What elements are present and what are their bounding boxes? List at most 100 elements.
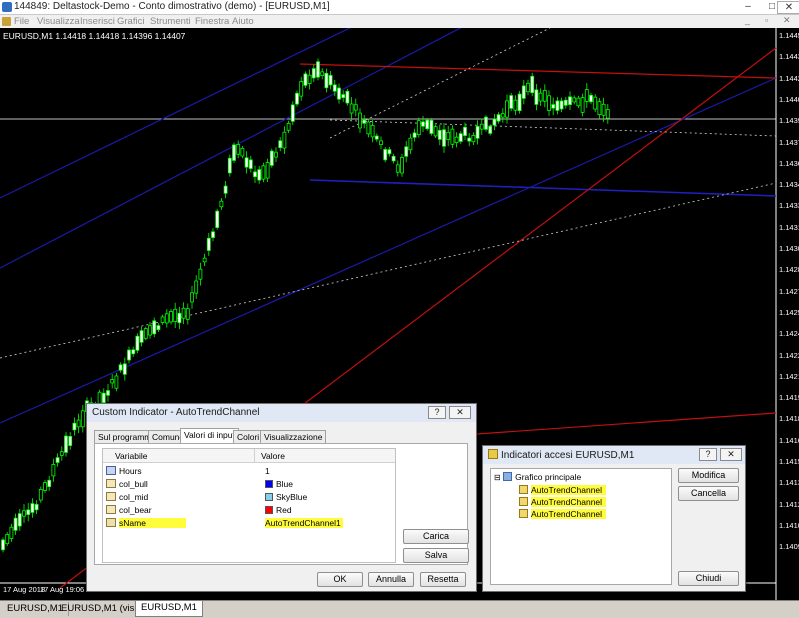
candle-body bbox=[177, 312, 182, 324]
minimize-button[interactable]: – bbox=[736, 1, 760, 14]
blue-trend-line-top bbox=[0, 28, 352, 199]
column-variable[interactable]: Variabile bbox=[115, 451, 147, 461]
menu-close-icon[interactable]: ✕ bbox=[783, 15, 791, 26]
candle-body bbox=[72, 422, 77, 431]
candle-body bbox=[253, 171, 257, 178]
candle-body bbox=[106, 390, 110, 396]
close-dialog-button[interactable]: Chiudi bbox=[678, 571, 739, 586]
reset-button[interactable]: Resetta bbox=[420, 572, 466, 587]
menu-restore-icon[interactable]: ▫ bbox=[765, 15, 768, 25]
menu-file[interactable]: File bbox=[14, 16, 29, 27]
candle-body bbox=[194, 280, 199, 294]
candle-body bbox=[353, 104, 358, 111]
indicators-help-button[interactable]: ? bbox=[699, 448, 717, 461]
candle-body bbox=[307, 74, 312, 84]
price-label: 1.14210 bbox=[779, 371, 799, 381]
candle-body bbox=[479, 123, 484, 130]
blue-swatch bbox=[265, 480, 273, 488]
tab-visualization[interactable]: Visualizzazione bbox=[260, 430, 327, 443]
candle-body bbox=[526, 82, 530, 93]
menu-view[interactable]: Visualizza bbox=[37, 16, 80, 27]
collapse-icon[interactable]: ⊟ bbox=[494, 473, 501, 482]
price-label: 1.14135 bbox=[779, 478, 799, 488]
candle-body bbox=[521, 85, 526, 99]
price-label: 1.14390 bbox=[779, 116, 799, 126]
candle-body bbox=[345, 90, 350, 104]
inputs-panel: Variabile Valore Hours 1 col_bull Blue c… bbox=[94, 443, 469, 565]
candle-body bbox=[143, 328, 148, 339]
column-value[interactable]: Valore bbox=[261, 451, 285, 461]
tree-item-autotrendchannel-2[interactable]: AutoTrendChannel bbox=[519, 497, 607, 507]
tree-item-autotrendchannel-3[interactable]: AutoTrendChannel bbox=[519, 509, 607, 519]
candle-body bbox=[299, 81, 304, 97]
save-button[interactable]: Salva bbox=[403, 548, 469, 563]
close-button[interactable]: ✕ bbox=[777, 1, 799, 14]
candle-body bbox=[131, 349, 136, 355]
dialog-close-button[interactable]: ✕ bbox=[449, 406, 471, 419]
candle-body bbox=[169, 311, 173, 323]
delete-button[interactable]: Cancella bbox=[678, 486, 739, 501]
price-label: 1.14450 bbox=[779, 31, 799, 40]
menu-minimize-icon[interactable]: _ bbox=[745, 15, 750, 25]
blue-trend-line-lower bbox=[309, 179, 777, 197]
dotted-mid-line-flat bbox=[329, 119, 777, 137]
candle-body bbox=[475, 126, 480, 139]
candle-body bbox=[17, 513, 22, 527]
candle-body bbox=[160, 316, 165, 323]
candle-body bbox=[236, 144, 241, 155]
input-row-sname[interactable]: sName AutoTrendChannel1 bbox=[103, 517, 395, 529]
help-button[interactable]: ? bbox=[428, 406, 446, 419]
input-row-hours[interactable]: Hours 1 bbox=[103, 465, 395, 477]
tab-inputs[interactable]: Valori di input bbox=[180, 428, 239, 443]
ok-button[interactable]: OK bbox=[317, 572, 363, 587]
tab-colors[interactable]: Colori bbox=[233, 430, 264, 443]
candle-body bbox=[517, 93, 522, 112]
price-label: 1.14300 bbox=[779, 244, 799, 253]
input-row-col-bull[interactable]: col_bull Blue bbox=[103, 478, 395, 490]
cancel-button[interactable]: Annulla bbox=[368, 572, 414, 587]
candle-body bbox=[101, 392, 106, 404]
price-label: 1.14407 bbox=[779, 94, 799, 104]
candle-body bbox=[496, 114, 501, 122]
inputs-grid-header: Variabile Valore bbox=[103, 449, 395, 463]
app-icon bbox=[2, 2, 12, 12]
candle-body bbox=[379, 140, 383, 146]
candle-body bbox=[328, 75, 333, 86]
input-row-col-bear[interactable]: col_bear Red bbox=[103, 504, 395, 516]
candle-body bbox=[601, 103, 606, 116]
modify-button[interactable]: Modifica bbox=[678, 468, 739, 483]
candle-body bbox=[488, 125, 493, 134]
tree-item-autotrendchannel-1[interactable]: AutoTrendChannel bbox=[519, 485, 607, 495]
candle-body bbox=[463, 126, 467, 136]
candle-body bbox=[68, 436, 73, 446]
menu-help[interactable]: Aiuto bbox=[232, 16, 254, 27]
chart-tab-eurusd-m1-active[interactable]: EURUSD,M1 bbox=[135, 601, 203, 617]
candle-body bbox=[395, 164, 400, 173]
menu-bar: File Visualizza Inserisci Grafici Strume… bbox=[0, 15, 799, 28]
candle-body bbox=[30, 503, 35, 513]
input-row-col-mid[interactable]: col_mid SkyBlue bbox=[103, 491, 395, 503]
load-button[interactable]: Carica bbox=[403, 529, 469, 544]
candle-body bbox=[538, 92, 543, 102]
candle-body bbox=[248, 159, 253, 169]
candle-body bbox=[244, 157, 249, 168]
candle-body bbox=[454, 136, 459, 143]
candle-body bbox=[97, 391, 102, 404]
menu-insert[interactable]: Inserisci bbox=[80, 16, 115, 27]
candle-body bbox=[467, 137, 472, 142]
candle-body bbox=[547, 95, 551, 111]
menu-tools[interactable]: Strumenti bbox=[150, 16, 191, 27]
inputs-grid: Variabile Valore Hours 1 col_bull Blue c… bbox=[102, 448, 396, 563]
candle-body bbox=[534, 89, 539, 105]
candle-body bbox=[47, 479, 52, 488]
candle-body bbox=[576, 97, 581, 107]
tree-root-main-chart[interactable]: ⊟ Grafico principale bbox=[494, 472, 581, 482]
candle-body bbox=[425, 119, 430, 130]
candle-body bbox=[118, 364, 123, 371]
indicators-close-button[interactable]: ✕ bbox=[720, 448, 742, 461]
menu-window[interactable]: Finestra bbox=[195, 16, 229, 27]
menu-charts[interactable]: Grafici bbox=[117, 16, 144, 27]
candle-body bbox=[173, 308, 178, 322]
color-param-icon bbox=[106, 505, 116, 514]
chart-window-icon bbox=[503, 472, 513, 481]
